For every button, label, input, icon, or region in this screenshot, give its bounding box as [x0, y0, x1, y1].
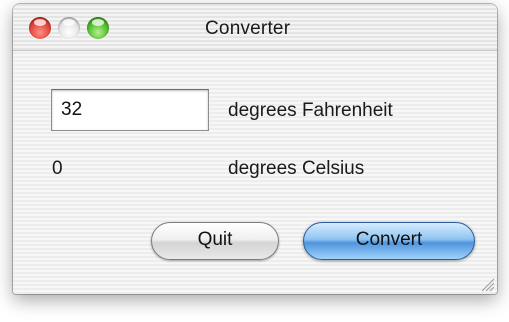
fahrenheit-input[interactable]	[51, 89, 209, 131]
quit-button[interactable]: Quit	[151, 222, 279, 260]
minimize-button[interactable]	[58, 17, 80, 39]
title-bar[interactable]: Converter	[13, 4, 497, 51]
resize-grip-icon[interactable]	[479, 276, 495, 292]
window-title: Converter	[205, 18, 291, 39]
convert-button[interactable]: Convert	[303, 222, 475, 260]
converter-window: Converter degrees Fahrenheit 0 degrees C…	[13, 4, 497, 294]
celsius-value: 0	[52, 158, 63, 179]
celsius-label: degrees Celsius	[228, 158, 365, 179]
fahrenheit-label: degrees Fahrenheit	[228, 100, 393, 121]
close-button[interactable]	[29, 17, 51, 39]
zoom-button[interactable]	[87, 17, 109, 39]
